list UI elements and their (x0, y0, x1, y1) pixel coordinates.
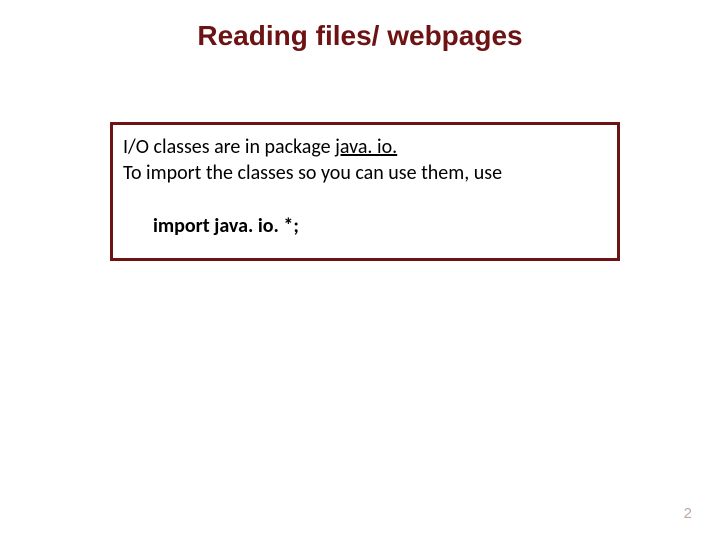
import-statement: import java. io. *; (123, 214, 607, 238)
slide: Reading files/ webpages I/O classes are … (0, 0, 720, 540)
slide-title: Reading files/ webpages (0, 20, 720, 52)
info-line-2: To import the classes so you can use the… (123, 161, 607, 187)
info-line-1-prefix: I/O classes are in package (123, 135, 335, 159)
page-number: 2 (684, 505, 692, 522)
info-box: I/O classes are in package java. io. To … (110, 122, 620, 261)
info-line-1: I/O classes are in package java. io. (123, 135, 607, 161)
package-name: java. io. (335, 135, 397, 159)
